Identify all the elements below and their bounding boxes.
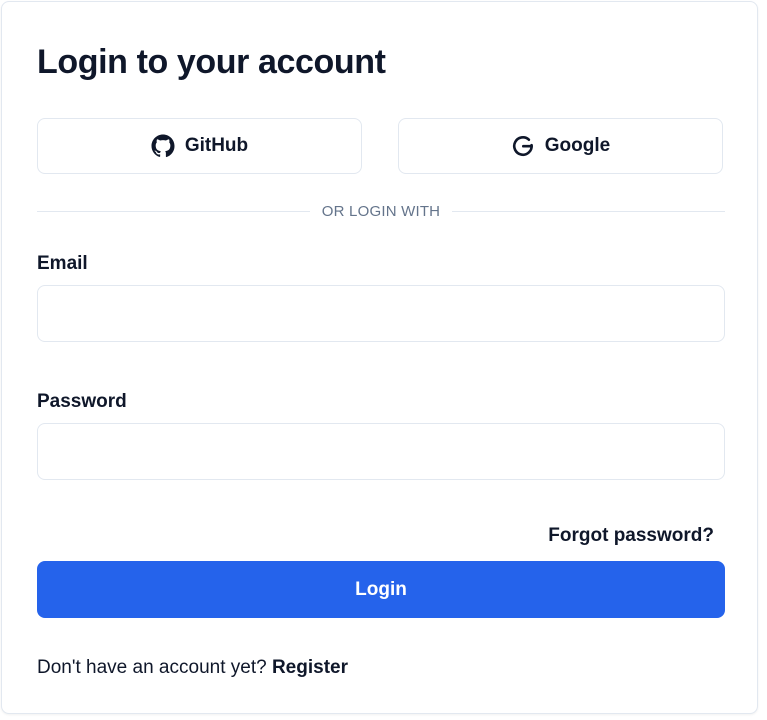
email-label: Email — [37, 253, 88, 274]
register-link[interactable]: Register — [272, 657, 348, 678]
email-field[interactable] — [37, 285, 725, 342]
or-divider: OR LOGIN WITH — [37, 200, 725, 222]
github-button-label: GitHub — [184, 135, 249, 156]
login-card: Login to your account GitHub Google OR L… — [1, 1, 758, 714]
google-login-button[interactable]: Google — [398, 118, 723, 174]
github-icon — [151, 134, 175, 158]
password-label: Password — [37, 391, 127, 412]
login-button[interactable]: Login — [37, 561, 725, 618]
divider-text: OR LOGIN WITH — [321, 202, 441, 220]
register-prompt-row: Don't have an account yet? Register — [37, 656, 348, 680]
page-title: Login to your account — [37, 43, 386, 81]
register-prompt-text: Don't have an account yet? — [37, 657, 267, 678]
password-field[interactable] — [37, 423, 725, 480]
google-button-label: Google — [544, 135, 611, 156]
divider-line-right — [452, 210, 725, 212]
google-icon — [511, 134, 535, 158]
forgot-password-link[interactable]: Forgot password? — [548, 524, 714, 548]
divider-line-left — [37, 210, 310, 212]
github-login-button[interactable]: GitHub — [37, 118, 362, 174]
